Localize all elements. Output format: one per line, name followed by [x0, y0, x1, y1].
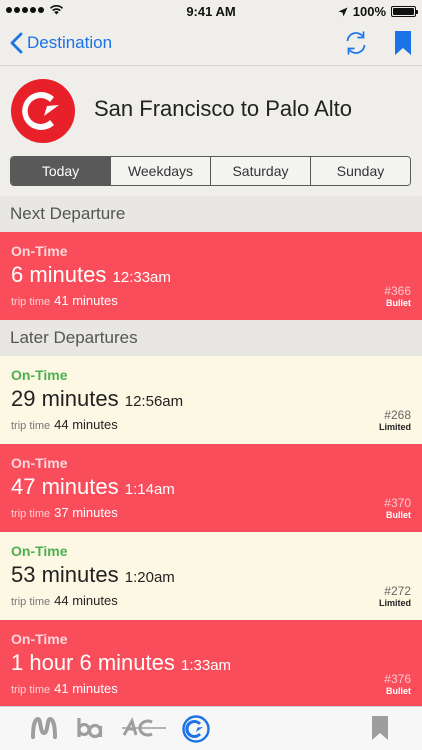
status-label: On-Time: [11, 543, 68, 559]
segment-weekdays[interactable]: Weekdays: [111, 157, 211, 185]
train-info: #366 Bullet: [384, 284, 411, 308]
battery-percent: 100%: [352, 4, 386, 19]
muni-icon[interactable]: [31, 715, 57, 741]
eta-duration: 53 minutes: [11, 562, 119, 587]
bart-icon[interactable]: [76, 715, 106, 741]
trip-duration: 41 minutes: [54, 681, 118, 696]
trip-time-label: trip time: [11, 596, 51, 608]
train-number: #376: [384, 672, 411, 686]
caltrain-icon[interactable]: [182, 715, 210, 743]
train-number: #370: [384, 496, 411, 510]
route-header: San Francisco to Palo Alto: [0, 66, 422, 154]
trip-time-label: trip time: [11, 296, 51, 308]
train-type: Limited: [378, 422, 411, 432]
section-header-next: Next Departure: [0, 196, 422, 232]
departure-time: 12:33am: [112, 269, 171, 286]
status-right-group: 100%: [338, 4, 418, 19]
train-type: Bullet: [385, 298, 411, 308]
trip-time-label: trip time: [11, 420, 51, 432]
train-number: #268: [384, 408, 411, 422]
train-info: #272 Limited: [379, 584, 411, 608]
eta-duration: 6 minutes: [11, 262, 107, 287]
departure-time: 1:33am: [181, 657, 232, 674]
departure-row[interactable]: On-Time 53 minutes 1:20am trip time 44 mi…: [0, 532, 422, 620]
trip-time-label: trip time: [11, 508, 51, 520]
departure-row[interactable]: On-Time 29 minutes 12:56am trip time 44 m…: [0, 356, 422, 444]
ac-transit-icon[interactable]: [122, 715, 166, 741]
trip-time: trip time 41 minutes: [11, 293, 118, 308]
eta-duration: 29 minutes: [11, 386, 119, 411]
segment-saturday[interactable]: Saturday: [211, 157, 311, 185]
navigation-bar: Destination: [0, 22, 422, 66]
trip-time: trip time 44 minutes: [11, 417, 118, 432]
schedule-segmented-control: Today Weekdays Saturday Sunday: [10, 156, 411, 186]
status-label: On-Time: [11, 455, 68, 471]
section-header-later: Later Departures: [0, 320, 422, 356]
departure-row[interactable]: On-Time 47 minutes 1:14am trip time 37 mi…: [0, 444, 422, 532]
status-label: On-Time: [11, 631, 68, 647]
back-button[interactable]: Destination: [10, 32, 112, 54]
status-bar: 9:41 AM 100%: [0, 0, 422, 22]
eta-text: 1 hour 6 minutes 1:33am: [11, 650, 231, 676]
eta-text: 29 minutes 12:56am: [11, 386, 183, 412]
segment-sunday[interactable]: Sunday: [311, 157, 410, 185]
back-button-label: Destination: [27, 33, 113, 52]
chevron-left-icon: [10, 32, 23, 54]
eta-text: 47 minutes 1:14am: [11, 474, 175, 500]
trip-time-label: trip time: [11, 684, 51, 696]
train-info: #370 Bullet: [384, 496, 411, 520]
status-label: On-Time: [11, 367, 68, 383]
train-info: #376 Bullet: [384, 672, 411, 696]
caltrain-logo-icon: [11, 79, 75, 143]
eta-text: 6 minutes 12:33am: [11, 262, 171, 288]
trip-duration: 37 minutes: [54, 505, 118, 520]
trip-time: trip time 44 minutes: [11, 593, 118, 608]
train-info: #268 Limited: [379, 408, 411, 432]
eta-duration: 47 minutes: [11, 474, 119, 499]
departures-list: Next Departure On-Time 6 minutes 12:33am…: [0, 196, 422, 708]
train-number: #272: [384, 584, 411, 598]
train-number: #366: [384, 284, 411, 298]
trip-duration: 41 minutes: [54, 293, 118, 308]
bookmark-icon[interactable]: [371, 715, 389, 741]
train-type: Bullet: [385, 686, 411, 696]
segment-today[interactable]: Today: [11, 157, 111, 185]
departure-row[interactable]: On-Time 6 minutes 12:33am trip time 41 mi…: [0, 232, 422, 320]
departure-time: 12:56am: [124, 393, 184, 410]
location-arrow-icon: [338, 7, 348, 16]
trip-duration: 44 minutes: [54, 417, 118, 432]
status-label: On-Time: [11, 243, 68, 259]
departure-row[interactable]: On-Time 1 hour 6 minutes 1:33am trip tim…: [0, 620, 422, 708]
eta-duration: 1 hour 6 minutes: [11, 650, 175, 675]
trip-duration: 44 minutes: [54, 593, 118, 608]
train-type: Limited: [378, 598, 411, 608]
trip-time: trip time 41 minutes: [11, 681, 118, 696]
tab-bar: [0, 706, 422, 750]
train-type: Bullet: [385, 510, 411, 520]
route-title: San Francisco to Palo Alto: [94, 96, 353, 121]
departure-time: 1:14am: [124, 481, 175, 498]
trip-time: trip time 37 minutes: [11, 505, 118, 520]
departure-time: 1:20am: [124, 569, 175, 586]
eta-text: 53 minutes 1:20am: [11, 562, 175, 588]
refresh-icon[interactable]: [344, 30, 368, 56]
battery-icon: [391, 6, 418, 17]
battery-level: [393, 8, 414, 15]
bookmark-icon[interactable]: [394, 30, 412, 56]
